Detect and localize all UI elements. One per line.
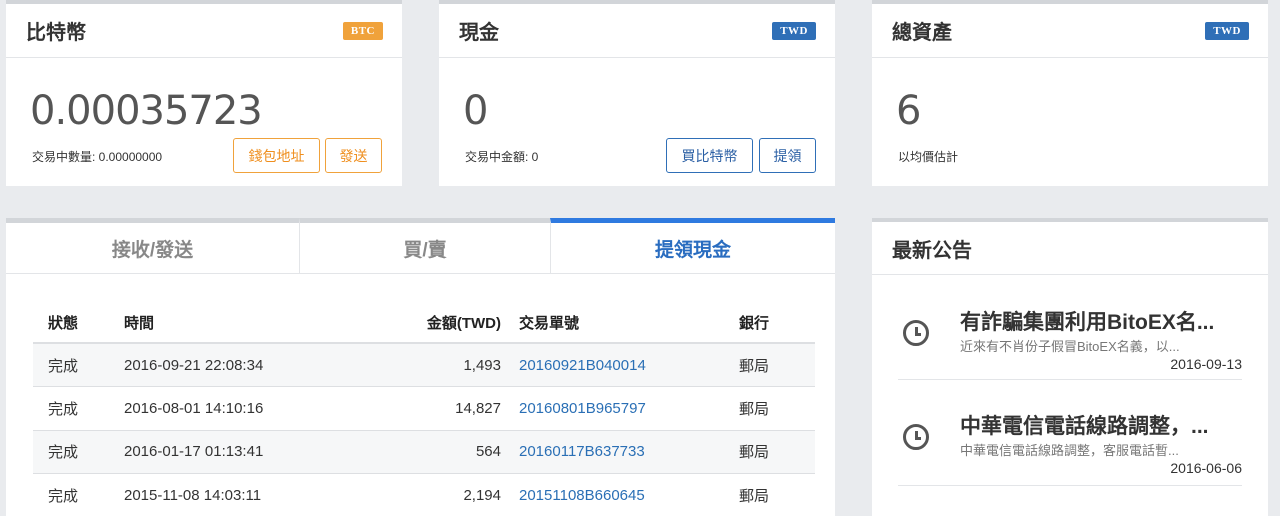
column-header-amount: 金額(TWD) [339,303,519,344]
bitcoin-card-title: 比特幣 [26,22,86,44]
row-transaction-id-link[interactable]: 20151108B660645 [519,473,739,516]
row-bank: 郵局 [739,386,815,431]
table-row: 完成 2015-11-08 14:03:11 2,194 20151108B66… [33,473,815,516]
row-status: 完成 [33,430,109,474]
send-button[interactable]: 發送 [325,138,382,173]
row-time: 2016-01-17 01:13:41 [109,430,339,474]
tab-withdraw-cash[interactable]: 提領現金 [550,218,835,273]
table-row: 完成 2016-01-17 01:13:41 564 20160117B6377… [33,430,815,474]
table-header-row: 狀態 時間 金額(TWD) 交易單號 銀行 [33,303,815,344]
withdraw-history-table: 狀態 時間 金額(TWD) 交易單號 銀行 完成 2016-09-21 22:0… [33,303,815,516]
row-transaction-id-link[interactable]: 20160801B965797 [519,386,739,431]
clock-icon [903,320,929,346]
announcements-panel: 最新公告 有詐騙集團利用BitoEX名... 近來有不肖份子假冒BitoEX名義… [872,218,1268,516]
column-header-status: 狀態 [33,303,109,344]
total-assets-note: 以均價估計 [898,150,959,164]
announcement-divider [898,379,1242,380]
bitcoin-pending-amount: 交易中數量: 0.00000000 [32,150,163,164]
row-bank: 郵局 [739,343,815,387]
twd-badge: TWD [772,21,816,40]
row-status: 完成 [33,343,109,387]
row-transaction-id-link[interactable]: 20160117B637733 [519,430,739,474]
transactions-panel: 接收/發送 買/賣 提領現金 狀態 時間 金額(TWD) 交易單號 銀行 完成 … [6,218,835,516]
row-amount: 564 [339,430,519,474]
transaction-tabs: 接收/發送 買/賣 提領現金 [6,218,835,274]
buy-bitcoin-button[interactable]: 買比特幣 [666,138,753,173]
twd-badge: TWD [1205,21,1249,40]
tab-buy-sell[interactable]: 買/賣 [299,218,550,273]
total-assets-card: 總資產 TWD 6 以均價估計 [872,0,1268,186]
row-time: 2015-11-08 14:03:11 [109,473,339,516]
table-row: 完成 2016-08-01 14:10:16 14,827 20160801B9… [33,386,815,431]
table-row: 完成 2016-09-21 22:08:34 1,493 20160921B04… [33,343,815,387]
total-assets-card-title: 總資產 [892,22,952,44]
row-amount: 14,827 [339,386,519,431]
row-amount: 1,493 [339,343,519,387]
row-time: 2016-08-01 14:10:16 [109,386,339,431]
cash-balance: 0 [463,88,488,134]
column-header-transaction-id: 交易單號 [519,303,739,344]
row-bank: 郵局 [739,473,815,516]
announcements-title: 最新公告 [892,239,972,262]
clock-icon [903,424,929,450]
column-header-bank: 銀行 [739,303,815,344]
total-assets-card-header: 總資產 TWD [872,4,1268,58]
bitcoin-card: 比特幣 BTC 0.00035723 交易中數量: 0.00000000 錢包地… [6,0,402,186]
cash-card-header: 現金 TWD [439,4,835,58]
bitcoin-balance: 0.00035723 [30,88,263,134]
btc-badge: BTC [342,21,383,40]
row-status: 完成 [33,473,109,516]
cash-card-title: 現金 [459,22,499,44]
bitcoin-card-header: 比特幣 BTC [6,4,402,58]
announcements-header: 最新公告 [872,222,1268,275]
wallet-address-button[interactable]: 錢包地址 [233,138,320,173]
column-header-time: 時間 [109,303,339,344]
announcement-date: 2016-09-13 [1170,356,1242,372]
row-amount: 2,194 [339,473,519,516]
withdraw-button[interactable]: 提領 [759,138,816,173]
row-time: 2016-09-21 22:08:34 [109,343,339,387]
row-bank: 郵局 [739,430,815,474]
cash-pending-amount: 交易中金額: 0 [465,150,539,164]
row-status: 完成 [33,386,109,431]
announcement-title[interactable]: 中華電信電話線路調整，... [960,410,1242,440]
announcement-summary: 近來有不肖份子假冒BitoEX名義，以... [960,339,1180,354]
cash-card: 現金 TWD 0 交易中金額: 0 買比特幣 提領 [439,0,835,186]
announcement-summary: 中華電信電話線路調整，客服電話暫... [960,443,1179,458]
announcement-title[interactable]: 有詐騙集團利用BitoEX名... [960,306,1242,336]
announcement-divider [898,485,1242,486]
tab-receive-send[interactable]: 接收/發送 [6,218,299,273]
total-assets-value: 6 [896,88,921,134]
row-transaction-id-link[interactable]: 20160921B040014 [519,343,739,387]
announcement-date: 2016-06-06 [1170,460,1242,476]
